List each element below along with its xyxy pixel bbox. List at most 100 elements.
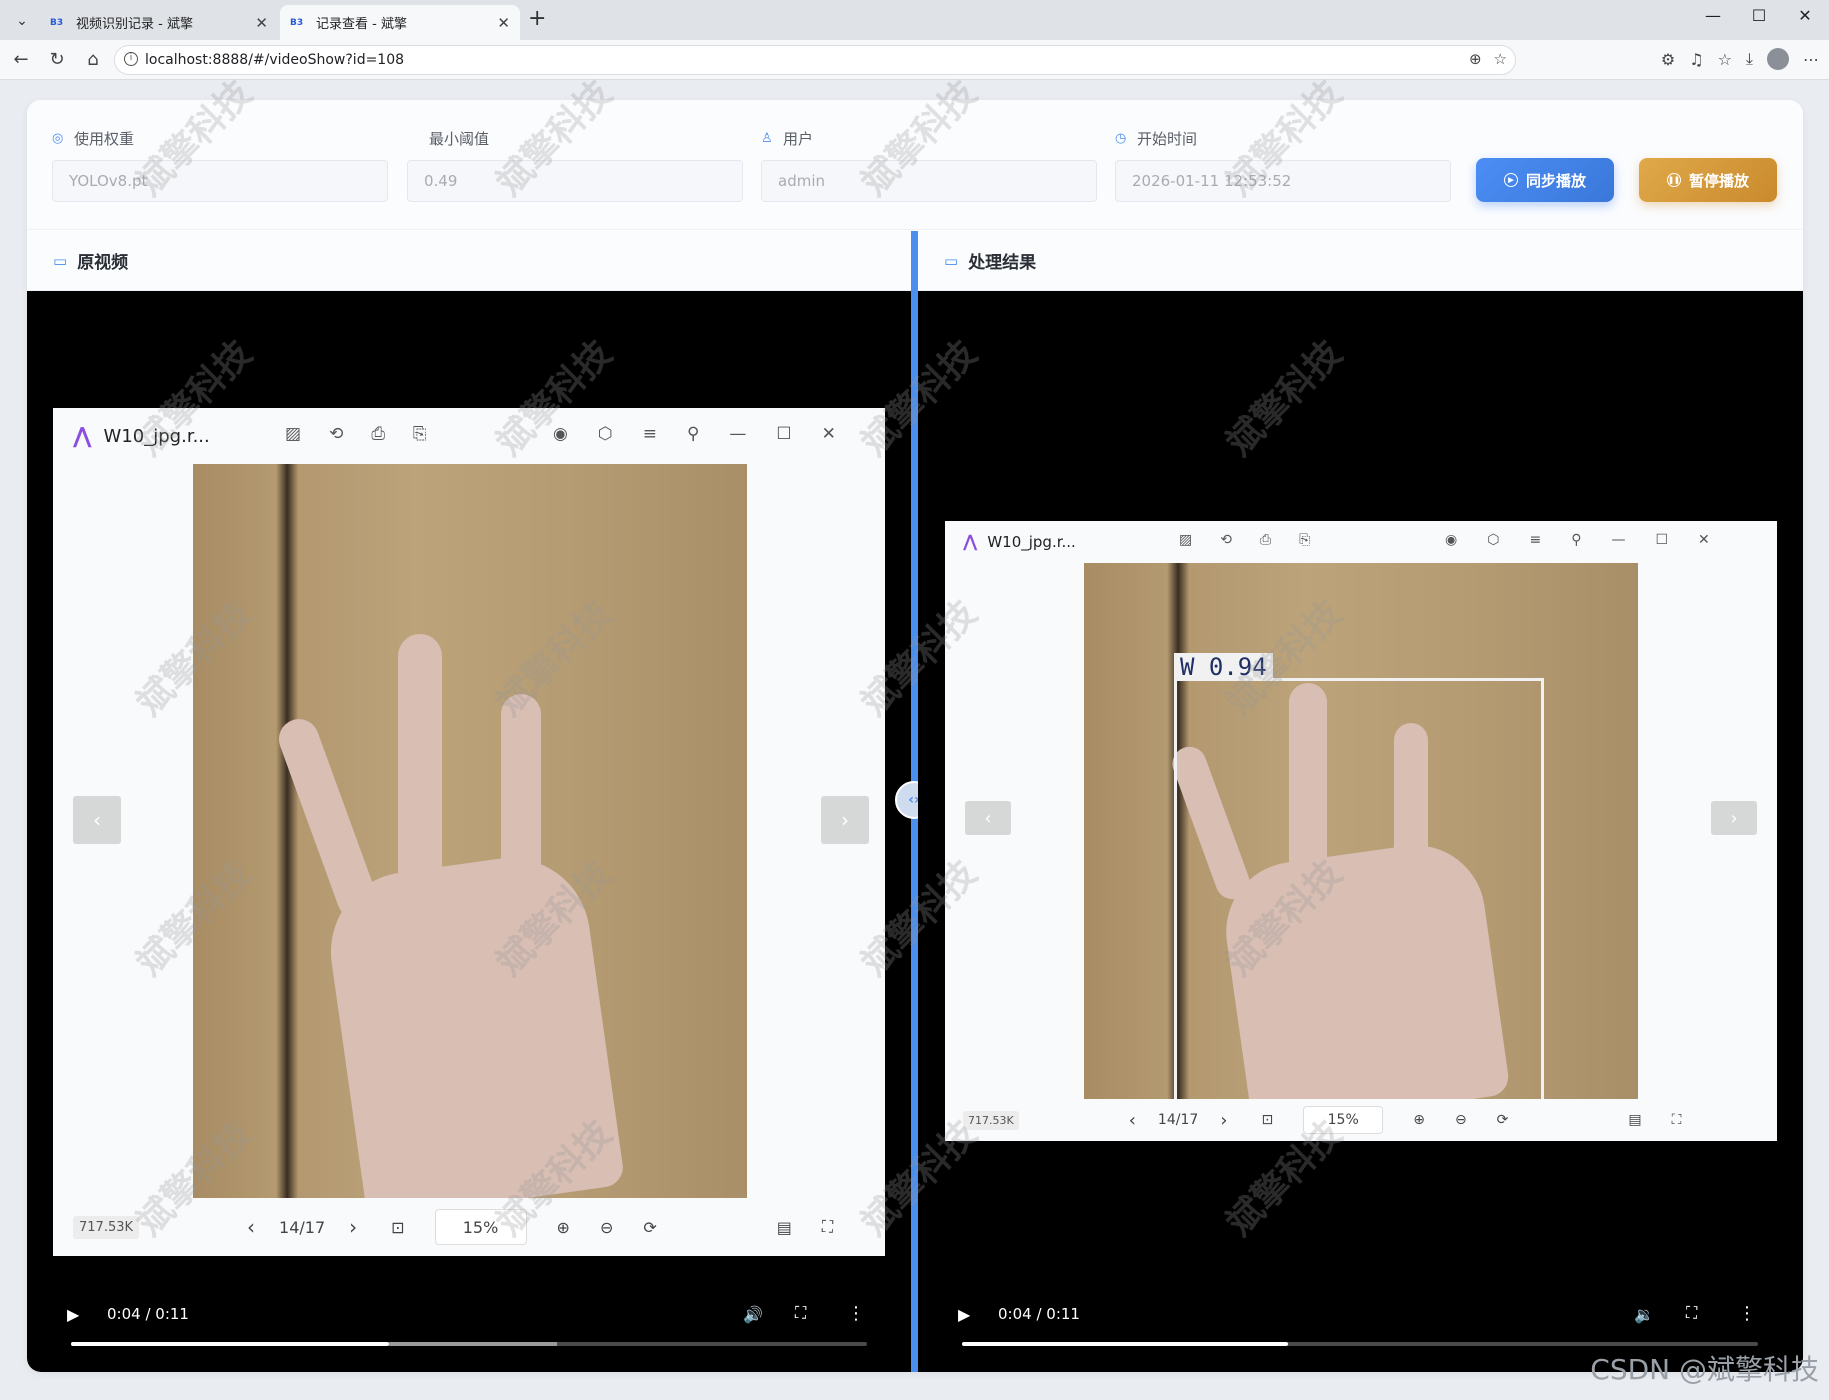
hand-photo: W 0.94 xyxy=(1084,563,1638,1099)
prev-page-icon: ‹ xyxy=(1128,1109,1136,1131)
fullscreen-icon[interactable]: ⛶ xyxy=(795,1303,806,1323)
maximize-icon: ☐ xyxy=(776,424,792,444)
zoom-icon[interactable]: ⊕ xyxy=(1469,50,1482,68)
avatar-icon: ◉ xyxy=(553,424,568,444)
more-options-icon[interactable]: ⋮ xyxy=(1738,1303,1756,1324)
palm xyxy=(320,847,626,1198)
tab-title: 视频识别记录 - 斌擎 xyxy=(76,17,193,32)
result-video-controls: ▶ 0:04 / 0:11 🔉 ⛶ ⋮ xyxy=(918,1291,1803,1351)
play-icon[interactable]: ▶ xyxy=(958,1305,970,1324)
threshold-input: 0.49 xyxy=(407,160,743,202)
fullscreen-icon: ⛶ xyxy=(1671,1112,1682,1128)
weight-input: YOLOv8.pt xyxy=(52,160,388,202)
original-video-title: ▭ 原视频 xyxy=(27,231,911,291)
play-circle-icon: ▶ xyxy=(1503,173,1518,187)
sync-play-label: 同步播放 xyxy=(1525,172,1586,190)
start-time-field: ◷ 开始时间 2026-01-11 12:53:52 xyxy=(1115,126,1451,202)
clock-icon: ◷ xyxy=(1115,130,1127,146)
close-tab-icon[interactable]: ✕ xyxy=(255,14,268,32)
weight-field: ◎ 使用权重 YOLOv8.pt xyxy=(52,126,388,202)
viewer-window-icons: ◉ ⬡ ≡ ⚲ — ☐ ✕ xyxy=(1445,532,1710,548)
url-text: localhost:8888/#/videoShow?id=108 xyxy=(145,52,405,68)
url-input[interactable]: i localhost:8888/#/videoShow?id=108 ⊕ ☆ xyxy=(114,45,1516,75)
actual-size-icon: ⊡ xyxy=(1261,1112,1274,1128)
viewer-toolbar-icons: ▨ ⟲ ⎙ ⎘ xyxy=(1179,532,1310,548)
original-video-frame[interactable]: ⋀ W10_jpg.r... ▨ ⟲ ⎙ ⎘ ◉ ⬡ ≡ ⚲ — ☐ ✕ ‹ ›… xyxy=(53,408,885,1256)
start-time-input: 2026-01-11 12:53:52 xyxy=(1115,160,1451,202)
thumbnail-icon: ▤ xyxy=(1628,1112,1642,1128)
pin-icon: ⚲ xyxy=(686,424,700,444)
extensions-icon[interactable]: ⚙ xyxy=(1661,50,1675,69)
image-menu-icon: ▨ xyxy=(285,424,302,444)
play-icon[interactable]: ▶ xyxy=(67,1305,79,1324)
played-bar xyxy=(962,1342,1289,1346)
new-tab-plus-icon[interactable]: + xyxy=(528,6,546,31)
played-bar xyxy=(71,1342,390,1346)
pause-circle-icon: ❚❚ xyxy=(1666,173,1681,187)
menu-icon: ≡ xyxy=(1529,532,1542,548)
volume-muted-icon[interactable]: 🔉 xyxy=(1634,1305,1654,1324)
original-video-controls: ▶ 0:04 / 0:11 🔊 ⛶ ⋮ xyxy=(27,1291,911,1351)
media-icon[interactable]: ♫ xyxy=(1689,50,1703,69)
viewer-footer: 717.53K ‹ 14/17 › ⊡ 15% ⊕ ⊖ ⟳ ▤ ⛶ xyxy=(945,1099,1777,1141)
browser-tab-bar: ⌄ B3 视频识别记录 - 斌擎 ✕ B3 记录查看 - 斌擎 ✕ + — ☐ … xyxy=(0,0,1829,40)
viewer-next-arrow-icon: › xyxy=(821,796,869,844)
zoom-in-icon: ⊕ xyxy=(556,1217,570,1237)
tab-list-chevron-icon[interactable]: ⌄ xyxy=(8,8,36,34)
tab-title: 记录查看 - 斌擎 xyxy=(316,17,407,32)
threshold-field: 最小阈值 0.49 xyxy=(407,126,743,202)
monitor-icon: ▭ xyxy=(944,251,959,270)
fullscreen-icon: ⛶ xyxy=(821,1217,834,1236)
profile-avatar[interactable] xyxy=(1767,48,1789,70)
viewer-toolbar-icons: ▨ ⟲ ⎙ ⎘ xyxy=(285,424,427,444)
bookmark-star-icon[interactable]: ☆ xyxy=(1494,50,1507,68)
record-info-header: ◎ 使用权重 YOLOv8.pt 最小阈值 0.49 ♙ 用户 admin ◷ 开始时… xyxy=(27,100,1803,230)
viewer-filename: W10_jpg.r... xyxy=(103,425,210,447)
fullscreen-icon[interactable]: ⛶ xyxy=(1686,1303,1697,1323)
result-video-frame[interactable]: ⋀ W10_jpg.r... ▨ ⟲ ⎙ ⎘ ◉ ⬡ ≡ ⚲ — ☐ ✕ W 0… xyxy=(945,521,1777,1141)
close-window-icon[interactable]: ✕ xyxy=(1790,6,1820,25)
viewer-prev-arrow-icon: ‹ xyxy=(73,796,121,844)
result-video-title: ▭ 处理结果 xyxy=(918,231,1803,291)
rotate-menu-icon: ⟲ xyxy=(1220,532,1232,548)
minimize-window-icon[interactable]: — xyxy=(1698,6,1728,25)
original-video-panel: ▭ 原视频 ⋀ W10_jpg.r... ▨ ⟲ ⎙ ⎘ ◉ ⬡ ≡ ⚲ — ☐ … xyxy=(27,231,911,1372)
menu-icon: ≡ xyxy=(642,424,657,444)
pause-play-button[interactable]: ❚❚ 暂停播放 xyxy=(1639,158,1777,202)
next-page-icon: › xyxy=(1220,1109,1228,1131)
progress-bar[interactable] xyxy=(962,1342,1758,1346)
more-menu-icon[interactable]: ⋯ xyxy=(1803,50,1819,69)
result-video-panel: ▭ 处理结果 ⋀ W10_jpg.r... ▨ ⟲ ⎙ ⎘ ◉ ⬡ ≡ ⚲ — ☐… xyxy=(918,231,1803,1372)
maximize-window-icon[interactable]: ☐ xyxy=(1744,6,1774,25)
hex-icon: ⬡ xyxy=(1487,532,1500,548)
video-time: 0:04 / 0:11 xyxy=(998,1305,1080,1323)
minimize-icon: — xyxy=(1611,532,1626,548)
site-info-icon[interactable]: i xyxy=(124,52,138,66)
pin-icon: ⚲ xyxy=(1571,532,1582,548)
close-icon: ✕ xyxy=(821,424,836,444)
viewer-next-arrow-icon: › xyxy=(1711,801,1757,835)
print-icon: ⎙ xyxy=(1259,532,1272,548)
download-icon[interactable]: ⤓ xyxy=(1746,49,1753,69)
footer-credit: CSDN @斌擎科技 xyxy=(1590,1353,1819,1386)
favorites-icon[interactable]: ☆ xyxy=(1718,50,1732,69)
volume-icon[interactable]: 🔊 xyxy=(743,1305,763,1324)
browser-tab-1[interactable]: B3 视频识别记录 - 斌擎 ✕ xyxy=(40,5,278,40)
home-icon[interactable]: ⌂ xyxy=(80,49,106,70)
more-options-icon[interactable]: ⋮ xyxy=(847,1303,865,1324)
browser-address-bar: ← ↻ ⌂ i localhost:8888/#/videoShow?id=10… xyxy=(0,40,1829,80)
page-card: ◎ 使用权重 YOLOv8.pt 最小阈值 0.49 ♙ 用户 admin ◷ 开始时… xyxy=(27,100,1803,1372)
progress-bar[interactable] xyxy=(71,1342,867,1346)
chip-icon: ◎ xyxy=(52,130,64,146)
viewer-logo-icon: ⋀ xyxy=(73,423,92,449)
zoom-in-icon: ⊕ xyxy=(1413,1112,1425,1128)
weight-label: 使用权重 xyxy=(74,129,135,148)
hand-photo xyxy=(193,464,747,1198)
viewer-logo-icon: ⋀ xyxy=(963,532,978,552)
close-tab-icon[interactable]: ✕ xyxy=(497,14,510,32)
sync-play-button[interactable]: ▶ 同步播放 xyxy=(1476,158,1614,202)
browser-tab-2[interactable]: B3 记录查看 - 斌擎 ✕ xyxy=(280,5,520,40)
user-input: admin xyxy=(761,160,1097,202)
reload-icon[interactable]: ↻ xyxy=(44,49,70,70)
back-arrow-icon[interactable]: ← xyxy=(8,49,34,70)
